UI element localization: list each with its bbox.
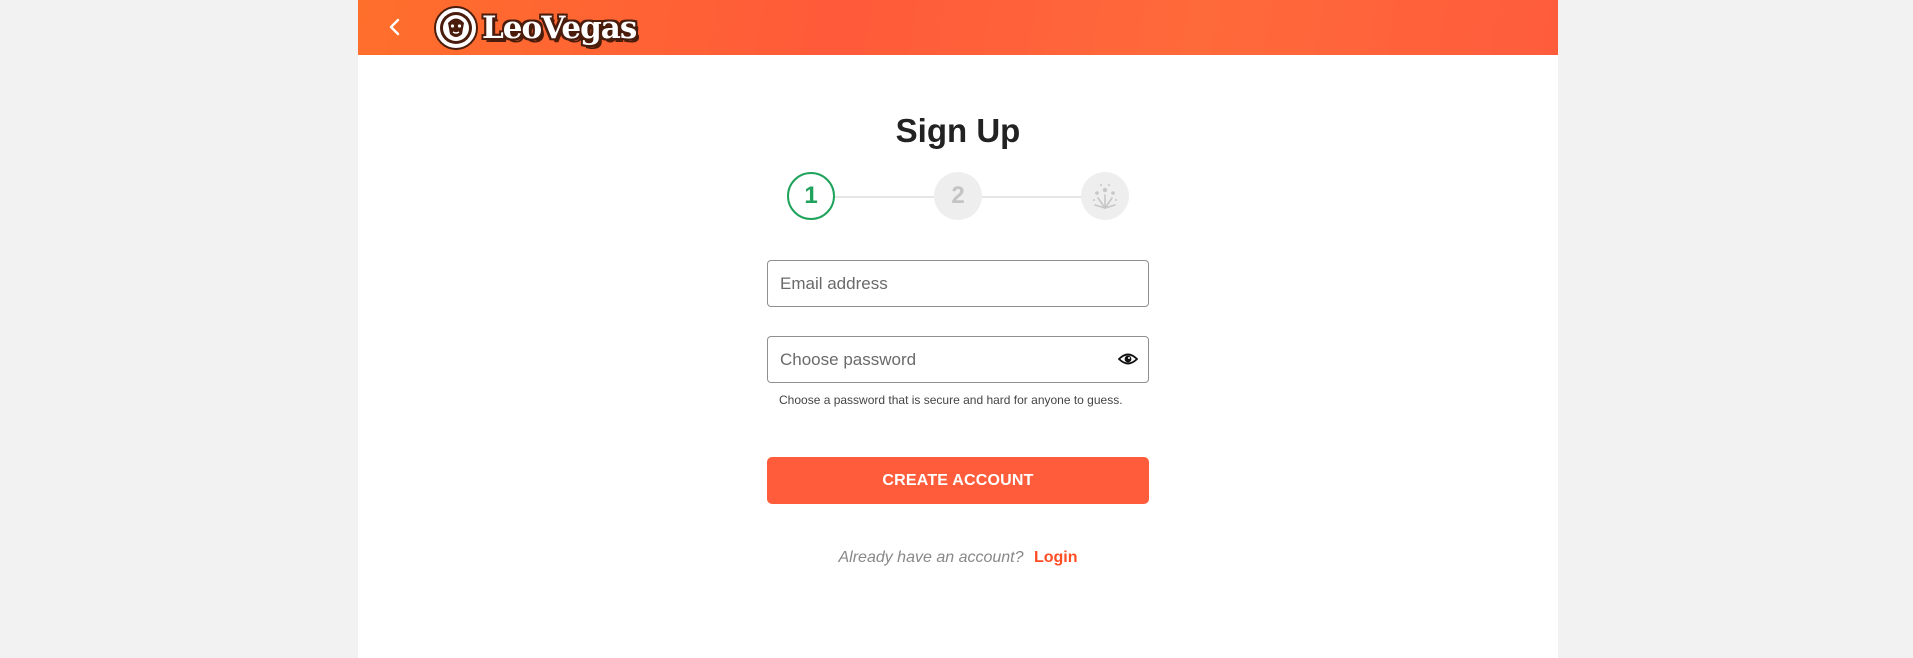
fireworks-icon [1093,184,1117,209]
password-hint: Choose a password that is secure and har… [779,393,1123,407]
lion-emblem-icon [434,6,478,50]
chevron-left-icon [389,18,400,36]
password-input[interactable] [768,337,1100,382]
step-3 [1081,172,1129,220]
login-link[interactable]: Login [1034,549,1078,566]
password-field[interactable] [767,336,1149,383]
email-input[interactable] [768,261,1100,306]
step-2: 2 [934,172,982,220]
signup-panel: LeoVegas Sign Up 1 2 Email address Choos… [358,0,1558,658]
login-prompt: Already have an account? Login [358,549,1558,567]
top-bar: LeoVegas [358,0,1558,55]
step-connector [835,196,934,198]
already-account-text: Already have an account? [838,549,1024,566]
page-title: Sign Up [895,112,1021,149]
step-1-label: 1 [804,182,818,209]
step-2-label: 2 [951,182,965,209]
create-account-button[interactable]: CREATE ACCOUNT [767,457,1149,504]
step-1: 1 [787,172,835,220]
eye-icon [1118,353,1138,365]
signup-stepper: 1 2 [787,172,1129,222]
brand-name: LeoVegas [482,10,637,46]
step-connector [982,196,1081,198]
leovegas-logo[interactable]: LeoVegas [434,4,637,52]
show-password-toggle[interactable] [1116,347,1140,371]
email-field[interactable] [767,260,1149,307]
back-button[interactable] [378,10,412,44]
